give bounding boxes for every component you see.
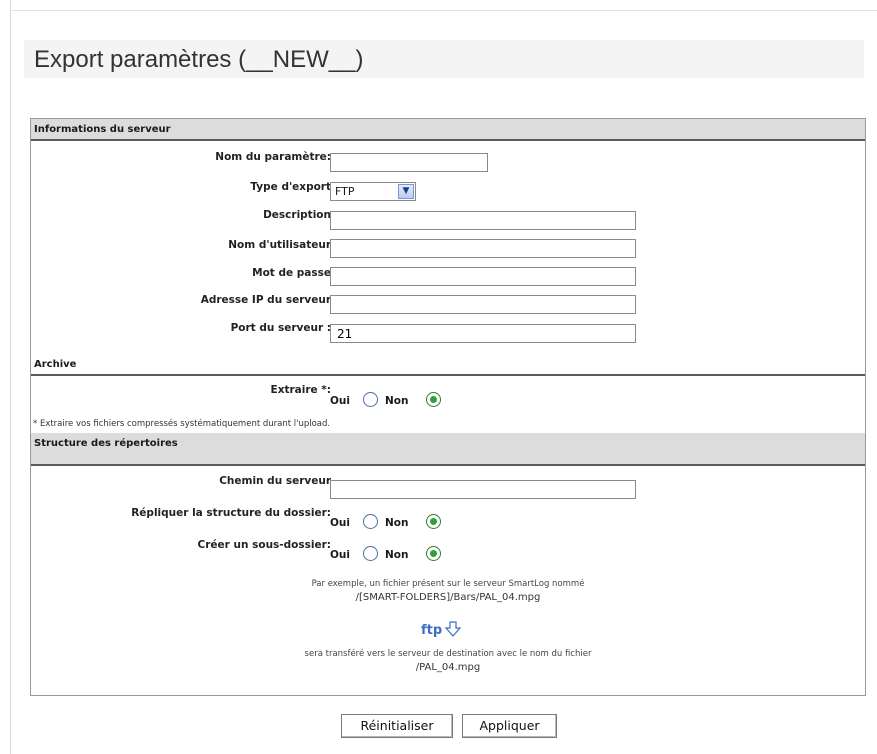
label-password: Mot de passe xyxy=(252,267,331,279)
label-description: Description xyxy=(263,209,331,221)
username-input[interactable] xyxy=(330,239,636,258)
replicate-oui-radio[interactable] xyxy=(363,514,378,529)
replicate-oui-label: Oui xyxy=(330,517,351,529)
label-server-ip: Adresse IP du serveur xyxy=(200,294,331,306)
server-ip-input[interactable] xyxy=(330,295,636,314)
extract-note: * Extraire vos fichiers compressés systé… xyxy=(33,419,331,429)
ftp-icon-text: ftp xyxy=(421,623,442,638)
page-title: Export paramètres (__NEW__) xyxy=(34,46,364,73)
replicate-non-label: Non xyxy=(385,517,409,529)
description-input[interactable] xyxy=(330,211,636,230)
label-parameter-name: Nom du paramètre: xyxy=(215,151,331,163)
section-header-directory-structure: Structure des répertoires xyxy=(31,433,865,466)
extract-radio-group: Oui Non xyxy=(330,391,460,413)
subfolder-oui-label: Oui xyxy=(330,549,351,561)
title-bar: Export paramètres (__NEW__) xyxy=(24,40,864,78)
example-source-path: /[SMART-FOLDERS]/Bars/PAL_04.mpg xyxy=(355,592,541,603)
replicate-radio-group: Oui Non xyxy=(330,513,460,535)
label-username: Nom d'utilisateur xyxy=(228,239,331,251)
example-destination-path: /PAL_04.mpg xyxy=(415,662,481,673)
section-header-server-info: Informations du serveur xyxy=(31,119,865,141)
export-type-select[interactable]: FTP ▼ xyxy=(330,182,416,201)
server-path-input[interactable] xyxy=(330,480,636,499)
example-text-1: Par exemple, un fichier présent sur le s… xyxy=(311,579,585,589)
subfolder-non-radio[interactable] xyxy=(426,546,441,561)
apply-button[interactable]: Appliquer xyxy=(462,714,557,738)
server-port-input[interactable] xyxy=(330,324,636,343)
extract-non-label: Non xyxy=(385,395,409,407)
export-settings-form: Informations du serveur Nom du paramètre… xyxy=(30,118,866,696)
window-top-border xyxy=(10,10,877,11)
chevron-down-icon[interactable]: ▼ xyxy=(398,184,414,199)
label-export-type: Type d'export xyxy=(250,181,331,193)
subfolder-non-label: Non xyxy=(385,549,409,561)
label-create-subfolder: Créer un sous-dossier: xyxy=(197,539,331,551)
extract-non-radio[interactable] xyxy=(426,392,441,407)
section-header-archive: Archive xyxy=(31,354,865,376)
example-text-2: sera transféré vers le serveur de destin… xyxy=(304,649,592,659)
label-replicate-structure: Répliquer la structure du dossier: xyxy=(131,507,331,519)
window-left-border xyxy=(10,0,11,754)
password-input[interactable] xyxy=(330,267,636,286)
export-type-value: FTP xyxy=(335,185,355,198)
label-server-path: Chemin du serveur xyxy=(219,475,331,487)
ftp-transfer-icon: ftp xyxy=(419,618,479,640)
label-server-port: Port du serveur : xyxy=(230,322,331,334)
reset-button[interactable]: Réinitialiser xyxy=(341,714,453,738)
extract-oui-radio[interactable] xyxy=(363,392,378,407)
extract-oui-label: Oui xyxy=(330,395,351,407)
replicate-non-radio[interactable] xyxy=(426,514,441,529)
label-extract: Extraire *: xyxy=(270,384,331,396)
subfolder-radio-group: Oui Non xyxy=(330,545,460,567)
subfolder-oui-radio[interactable] xyxy=(363,546,378,561)
parameter-name-input[interactable] xyxy=(330,153,488,172)
